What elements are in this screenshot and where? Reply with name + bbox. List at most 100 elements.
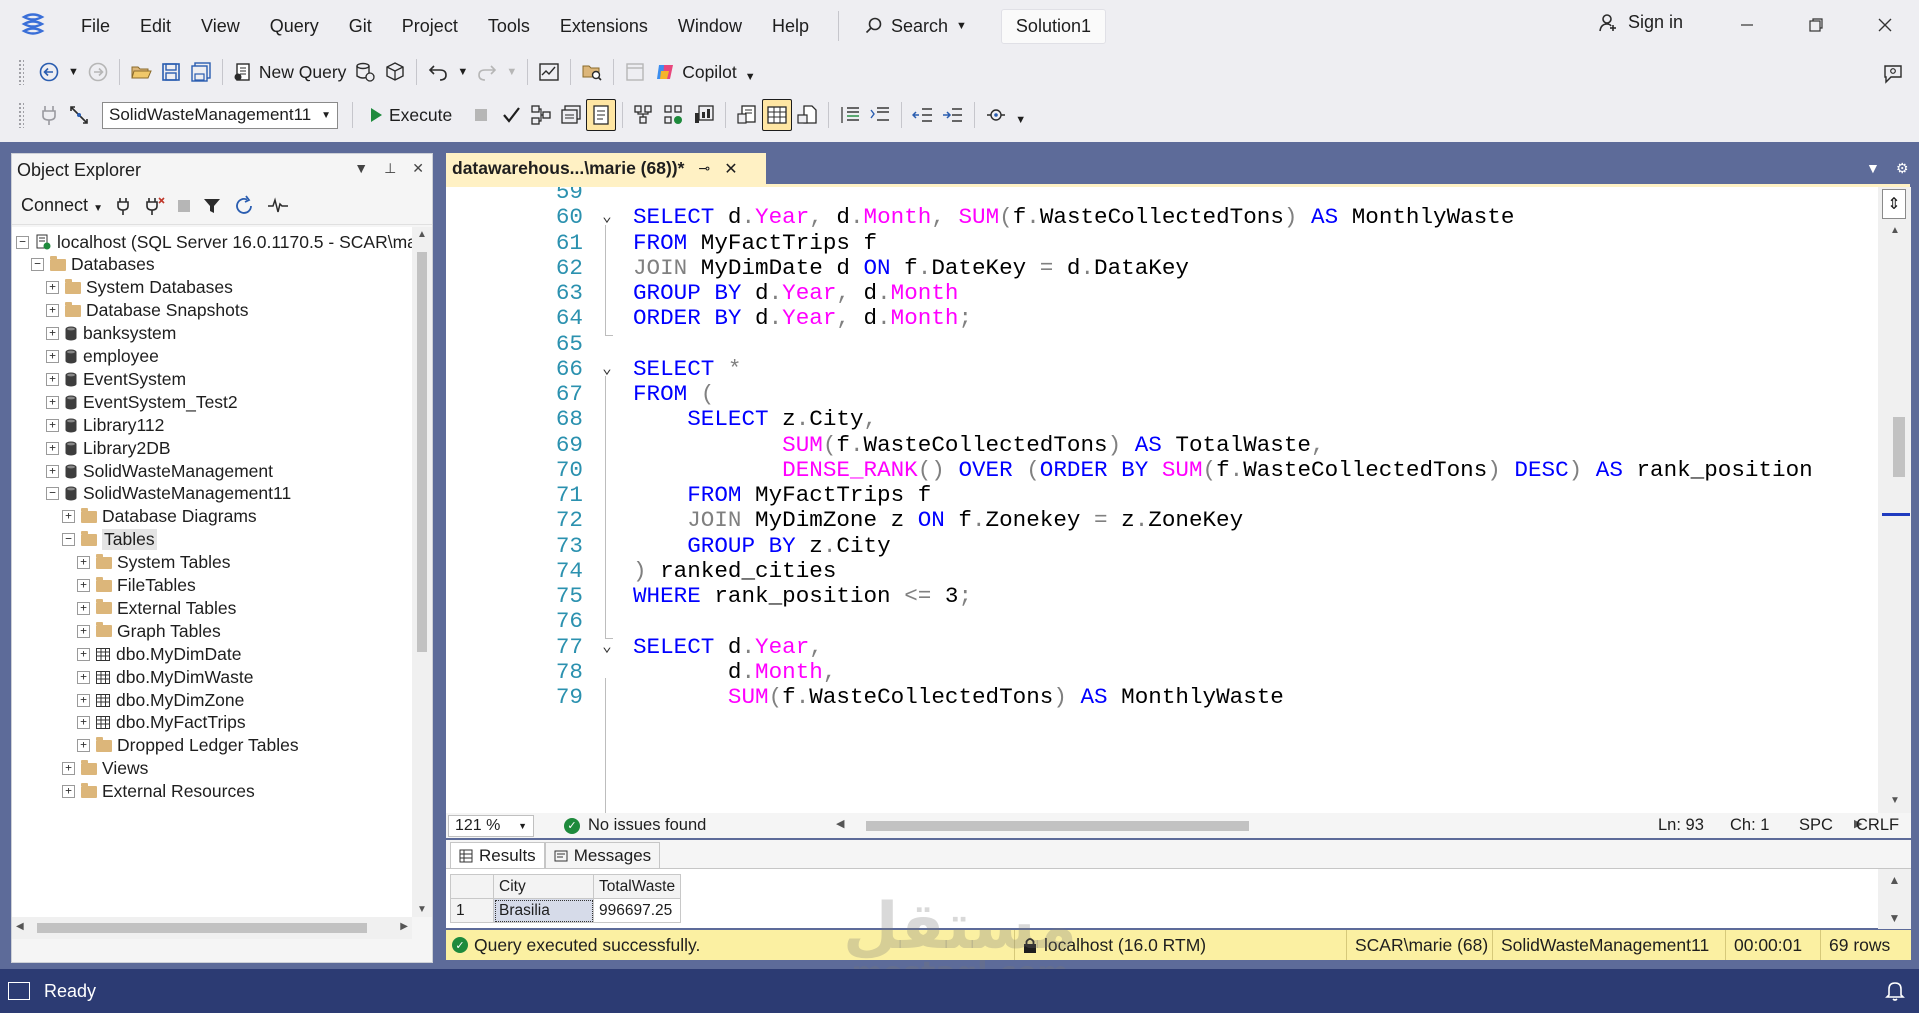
expand-icon[interactable]: + <box>62 785 75 799</box>
issues-indicator[interactable]: ✓ No issues found <box>564 816 706 835</box>
save-all-button[interactable] <box>186 56 216 88</box>
expand-icon[interactable]: + <box>46 350 59 363</box>
menu-help[interactable]: Help <box>757 0 824 52</box>
grid-cell[interactable]: 996697.25 <box>592 898 682 923</box>
tab-results[interactable]: Results <box>450 842 545 868</box>
close-tab-icon[interactable]: ✕ <box>724 159 737 179</box>
expand-icon[interactable]: + <box>46 372 59 386</box>
column-header[interactable]: City <box>493 874 594 899</box>
table-row[interactable]: 1 Brasilia 996697.25 <box>450 898 682 923</box>
close-panel-icon[interactable]: ✕ <box>412 160 424 177</box>
decrease-indent-button[interactable] <box>908 99 938 131</box>
results-to-file-button[interactable] <box>792 99 822 131</box>
forward-button[interactable] <box>83 56 113 88</box>
column-header[interactable]: TotalWaste <box>592 874 682 899</box>
toolbar-grip[interactable] <box>18 102 24 128</box>
chevron-down-icon[interactable]: ▼ <box>457 66 468 78</box>
results-vertical-scrollbar[interactable]: ▲ ▼ <box>1878 869 1911 929</box>
menu-view[interactable]: View <box>186 0 255 52</box>
increase-indent-button[interactable] <box>938 99 968 131</box>
tree-node[interactable]: + External Resources <box>62 778 255 806</box>
collapse-icon[interactable]: − <box>46 487 59 501</box>
line-number-indicator[interactable]: Ln: 93 <box>1658 816 1704 835</box>
row-number-cell[interactable]: 1 <box>450 898 494 923</box>
connect-dropdown[interactable]: Connect ▼ <box>21 195 103 216</box>
zoom-select[interactable]: 121 % ▼ <box>448 814 534 837</box>
chevron-down-icon[interactable]: ▼ <box>68 66 79 78</box>
expand-icon[interactable]: + <box>46 395 59 409</box>
database-query-button[interactable] <box>350 56 380 88</box>
expand-icon[interactable]: + <box>77 693 90 707</box>
editor-vertical-scrollbar[interactable]: ▲ ▼ <box>1878 187 1911 813</box>
execute-button[interactable]: Execute <box>365 99 456 131</box>
scroll-left-icon[interactable]: ◀ <box>836 817 844 830</box>
feedback-button[interactable] <box>1878 58 1908 90</box>
find-in-files-button[interactable] <box>577 56 607 88</box>
expand-icon[interactable]: + <box>46 441 59 455</box>
tab-list-dropdown-icon[interactable]: ▼ <box>1866 160 1880 177</box>
output-window-icon[interactable] <box>8 982 30 1000</box>
available-databases-select[interactable]: SolidWasteManagement11 ▼ <box>102 101 338 129</box>
expand-icon[interactable]: + <box>77 739 90 753</box>
expand-icon[interactable]: + <box>46 464 59 478</box>
parse-button[interactable] <box>496 99 526 131</box>
menu-tools[interactable]: Tools <box>473 0 545 52</box>
properties-button[interactable] <box>620 56 650 88</box>
menu-extensions[interactable]: Extensions <box>545 0 663 52</box>
menu-git[interactable]: Git <box>334 0 387 52</box>
expand-icon[interactable]: + <box>62 762 75 776</box>
expand-icon[interactable]: + <box>77 624 90 638</box>
query-options-button[interactable] <box>556 99 586 131</box>
intellisense-toggle-button[interactable] <box>586 99 617 131</box>
undo-button[interactable] <box>423 56 453 88</box>
expand-icon[interactable]: + <box>77 579 90 592</box>
activity-monitor-button[interactable] <box>534 56 564 88</box>
notification-bell-icon[interactable] <box>1885 980 1905 1002</box>
tab-query-document[interactable]: datawarehous...\marie (68))* ⊸ ✕ <box>446 153 766 184</box>
search-box[interactable]: Search ▼ <box>851 16 981 37</box>
grid-cell[interactable]: Brasilia <box>493 898 594 923</box>
results-to-text-button[interactable] <box>732 99 762 131</box>
expand-icon[interactable]: + <box>46 281 59 295</box>
activity-pulse-icon[interactable] <box>267 196 289 215</box>
column-indicator[interactable]: Ch: 1 <box>1730 816 1769 835</box>
restore-button[interactable] <box>1799 10 1833 40</box>
whitespace-indicator[interactable]: SPC <box>1799 816 1833 835</box>
chevron-down-icon[interactable]: ▼ <box>506 66 517 78</box>
expand-icon[interactable]: + <box>77 556 90 570</box>
disconnect-icon[interactable] <box>143 196 165 216</box>
minimize-button[interactable] <box>1730 10 1764 40</box>
uncomment-lines-button[interactable] <box>865 99 895 131</box>
analysis-query-button[interactable] <box>380 56 410 88</box>
change-connection-button[interactable] <box>64 99 94 131</box>
panel-menu-icon[interactable]: ▼ <box>354 160 368 177</box>
new-query-button[interactable]: New Query <box>229 56 351 88</box>
collapse-icon[interactable]: − <box>62 533 75 547</box>
expand-icon[interactable]: + <box>77 601 90 615</box>
scroll-right-icon[interactable]: ▶ <box>400 921 408 932</box>
grid-corner-cell[interactable] <box>450 874 494 899</box>
editor-horizontal-scrollbar[interactable]: ◀ ▶ <box>836 817 1862 834</box>
expand-icon[interactable]: + <box>77 670 90 684</box>
menu-edit[interactable]: Edit <box>125 0 186 52</box>
menu-file[interactable]: File <box>66 0 125 52</box>
expand-icon[interactable]: + <box>77 716 90 730</box>
toolbar-overflow-icon[interactable]: ▼ <box>1015 114 1026 126</box>
toolbar-grip[interactable] <box>18 59 24 85</box>
menu-window[interactable]: Window <box>663 0 757 52</box>
specify-template-values-button[interactable] <box>981 99 1011 131</box>
client-stats-button[interactable] <box>689 99 719 131</box>
editor-scroll-thumb[interactable] <box>1893 417 1905 477</box>
comment-lines-button[interactable] <box>835 99 865 131</box>
scroll-up-icon[interactable]: ▲ <box>417 229 427 240</box>
expand-icon[interactable]: + <box>77 647 90 661</box>
menu-query[interactable]: Query <box>255 0 334 52</box>
connect-plug-icon[interactable] <box>115 196 131 216</box>
scroll-up-icon[interactable]: ▲ <box>1889 873 1901 887</box>
tab-messages[interactable]: Messages <box>544 842 661 868</box>
tree-scroll-thumb[interactable] <box>417 252 427 652</box>
copilot-button[interactable]: Copilot <box>650 56 740 88</box>
expand-icon[interactable]: + <box>46 304 59 318</box>
scroll-down-icon[interactable]: ▼ <box>1890 795 1900 806</box>
code-area[interactable]: 59 60 ⌄ SELECT d.Year, d.Month, SUM(f.Waste… <box>446 187 1878 813</box>
